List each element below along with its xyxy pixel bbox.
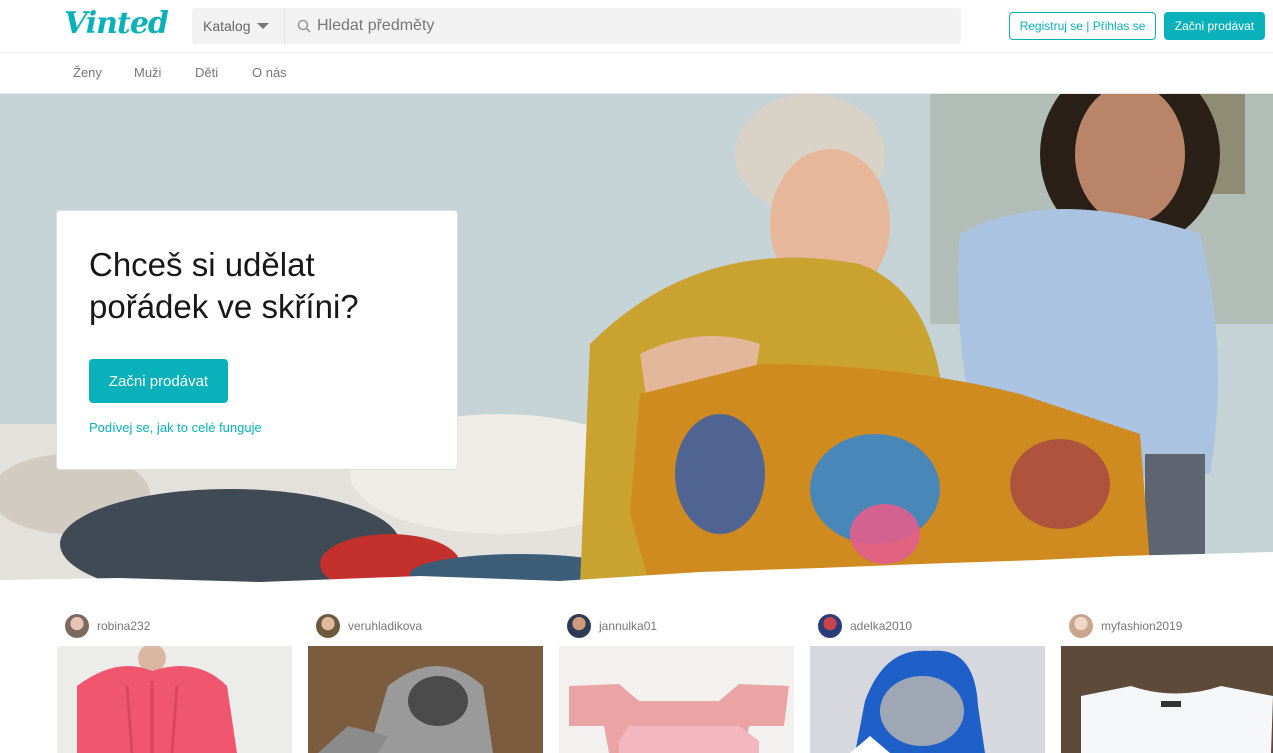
how-it-works-link[interactable]: Podívej se, jak to celé funguje xyxy=(89,420,262,435)
hero-card: Chceš si udělat pořádek ve skříni? Začni… xyxy=(56,210,458,470)
item-photo xyxy=(57,646,292,753)
feed-user[interactable]: robina232 xyxy=(65,614,150,638)
nav-item-deti[interactable]: Děti xyxy=(195,65,218,80)
feed-user[interactable]: jannulka01 xyxy=(567,614,657,638)
item-photo xyxy=(559,646,794,753)
search-icon xyxy=(297,19,311,33)
item-photo xyxy=(810,646,1045,753)
feed-user[interactable]: myfashion2019 xyxy=(1069,614,1182,638)
username: adelka2010 xyxy=(850,619,913,633)
username: veruhladikova xyxy=(348,619,423,633)
start-selling-header-button[interactable]: Začni prodávat xyxy=(1164,12,1265,40)
nav-item-muzi[interactable]: Muži xyxy=(134,65,161,80)
avatar xyxy=(567,614,591,638)
avatar xyxy=(818,614,842,638)
username: robina232 xyxy=(97,619,151,633)
search-field xyxy=(285,8,961,44)
search-bar: Katalog xyxy=(192,8,961,44)
item-image[interactable] xyxy=(1061,646,1273,753)
avatar xyxy=(316,614,340,638)
chevron-down-icon xyxy=(257,23,270,29)
username: myfashion2019 xyxy=(1101,619,1183,633)
item-image[interactable] xyxy=(810,646,1045,753)
item-image[interactable] xyxy=(559,646,794,753)
item-image[interactable] xyxy=(308,646,543,753)
avatar xyxy=(65,614,89,638)
feed-user[interactable]: adelka2010 xyxy=(818,614,912,638)
item-image[interactable] xyxy=(57,646,292,753)
item-photo xyxy=(1061,646,1273,753)
hero-headline: Chceš si udělat pořádek ve skříni? xyxy=(89,246,359,325)
register-login-button[interactable]: Registruj se | Přihlas se xyxy=(1009,12,1156,40)
item-photo xyxy=(308,646,543,753)
vinted-logo[interactable]: Vinted xyxy=(64,6,169,41)
avatar xyxy=(1069,614,1093,638)
username: jannulka01 xyxy=(599,619,658,633)
start-selling-button[interactable]: Začni prodávat xyxy=(89,359,228,403)
hero-banner: Chceš si udělat pořádek ve skříni? Začni… xyxy=(0,94,1273,586)
nav-item-o-nas[interactable]: O nás xyxy=(252,65,287,80)
top-bar: Vinted Katalog Registruj se | Přihlas se… xyxy=(0,0,1273,53)
catalog-label: Katalog xyxy=(203,18,251,34)
search-input[interactable] xyxy=(317,17,917,35)
nav-item-zeny[interactable]: Ženy xyxy=(73,65,102,80)
catalog-dropdown[interactable]: Katalog xyxy=(192,8,285,44)
feed-user[interactable]: veruhladikova xyxy=(316,614,422,638)
category-nav: Ženy Muži Děti O nás xyxy=(0,53,1273,94)
